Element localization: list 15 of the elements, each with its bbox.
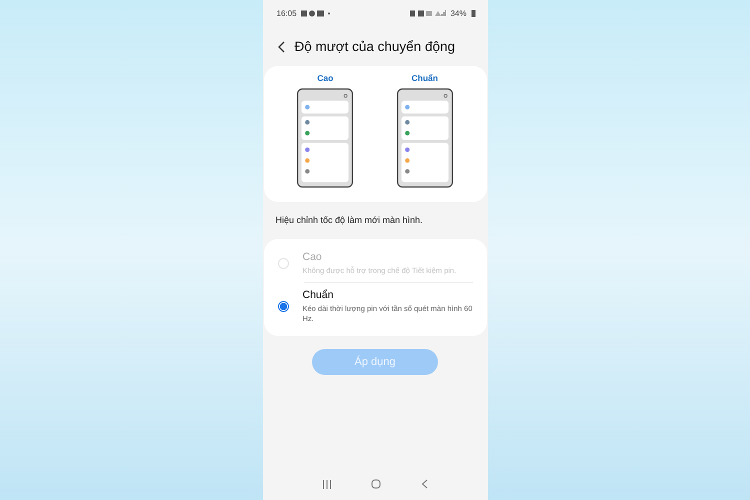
home-icon[interactable] [371,479,382,489]
page-title: Độ mượt của chuyển động [294,39,455,54]
battery-percent: 34% [450,8,466,18]
battery-icon [470,9,476,17]
radio-button[interactable] [278,301,288,312]
preview-label: Chuẩn [412,73,438,83]
preview-label: Cao [317,73,334,83]
back-icon[interactable] [276,40,284,52]
recent-apps-icon[interactable] [322,480,332,488]
option-title: Chuẩn [302,289,334,302]
system-status-icons [410,10,446,16]
status-time: 16:05 [276,8,297,18]
notification-icons [300,10,331,16]
option-title: Cao [302,251,323,263]
caption-text: Hiệu chỉnh tốc độ làm mới màn hình. [274,214,424,227]
